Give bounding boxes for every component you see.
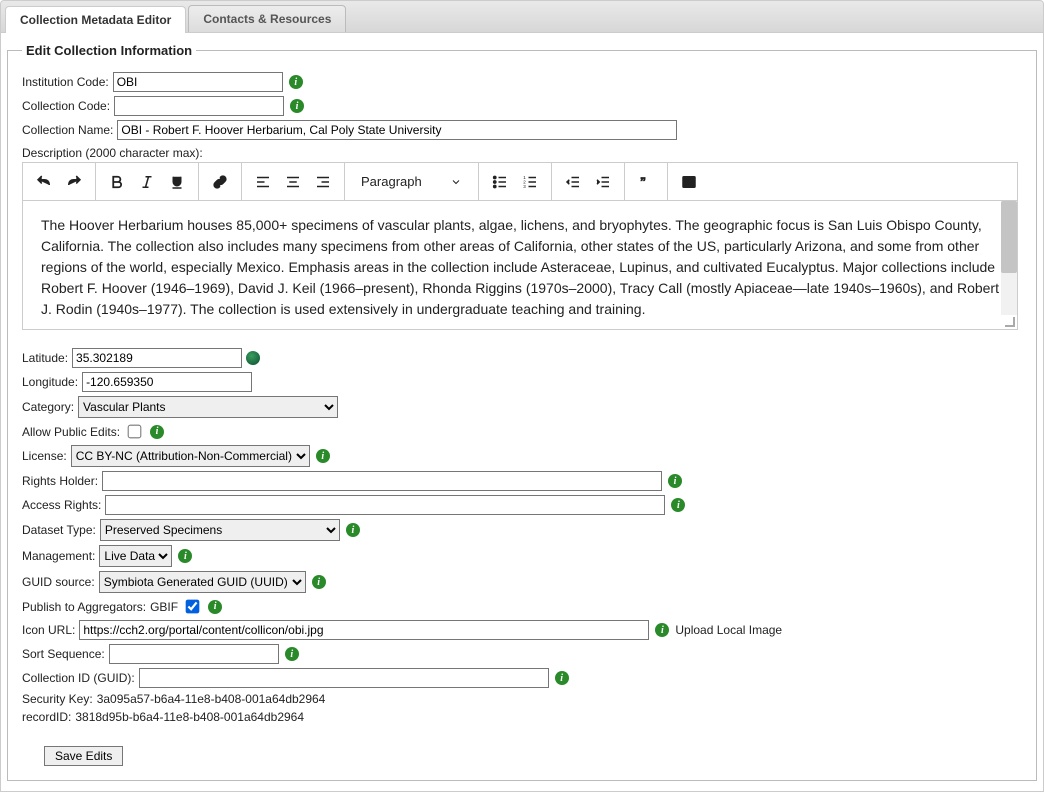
- align-left-icon[interactable]: [248, 167, 278, 197]
- allow-public-edits-label: Allow Public Edits:: [22, 425, 120, 439]
- fieldset-legend: Edit Collection Information: [22, 43, 196, 58]
- collection-guid-label: Collection ID (GUID):: [22, 671, 135, 685]
- gbif-label: GBIF: [150, 600, 178, 614]
- collection-guid-input[interactable]: [139, 668, 549, 688]
- paragraph-dropdown-label: Paragraph: [361, 174, 422, 189]
- access-rights-label: Access Rights:: [22, 498, 101, 512]
- redo-icon[interactable]: [59, 167, 89, 197]
- tab-strip: Collection Metadata Editor Contacts & Re…: [0, 0, 1044, 33]
- dataset-type-select[interactable]: Preserved Specimens: [100, 519, 340, 541]
- link-icon[interactable]: [205, 167, 235, 197]
- svg-text:3: 3: [523, 184, 526, 189]
- info-icon[interactable]: i: [290, 99, 304, 113]
- collection-code-label: Collection Code:: [22, 99, 110, 113]
- collection-name-input[interactable]: [117, 120, 677, 140]
- security-key-value: 3a095a57-b6a4-11e8-b408-001a64db2964: [97, 692, 326, 706]
- chevron-down-icon: [450, 176, 462, 188]
- panel: Edit Collection Information Institution …: [0, 33, 1044, 792]
- bullet-list-icon[interactable]: [485, 167, 515, 197]
- sort-sequence-label: Sort Sequence:: [22, 647, 105, 661]
- indent-icon[interactable]: [588, 167, 618, 197]
- info-icon[interactable]: i: [285, 647, 299, 661]
- info-icon[interactable]: i: [312, 575, 326, 589]
- guid-source-select[interactable]: Symbiota Generated GUID (UUID): [99, 571, 306, 593]
- collection-name-label: Collection Name:: [22, 123, 113, 137]
- guid-source-label: GUID source:: [22, 575, 95, 589]
- numbered-list-icon[interactable]: 123: [515, 167, 545, 197]
- latitude-label: Latitude:: [22, 351, 68, 365]
- rich-text-editor: Paragraph 123 ”: [22, 162, 1018, 330]
- outdent-icon[interactable]: [558, 167, 588, 197]
- info-icon[interactable]: i: [555, 671, 569, 685]
- info-icon[interactable]: i: [346, 523, 360, 537]
- resize-handle-icon[interactable]: [1001, 315, 1017, 329]
- icon-url-input[interactable]: [79, 620, 649, 640]
- institution-code-input[interactable]: [113, 72, 283, 92]
- rte-toolbar: Paragraph 123 ”: [23, 163, 1017, 201]
- collection-code-input[interactable]: [114, 96, 284, 116]
- security-key-label: Security Key:: [22, 692, 93, 706]
- align-center-icon[interactable]: [278, 167, 308, 197]
- record-id-label: recordID:: [22, 710, 71, 724]
- info-icon[interactable]: i: [668, 474, 682, 488]
- category-select[interactable]: Vascular Plants: [78, 396, 338, 418]
- description-label: Description (2000 character max):: [22, 146, 1026, 160]
- publish-gbif-checkbox[interactable]: [186, 600, 200, 614]
- management-select[interactable]: Live Data: [99, 545, 172, 567]
- info-icon[interactable]: i: [671, 498, 685, 512]
- institution-code-label: Institution Code:: [22, 75, 109, 89]
- dataset-type-label: Dataset Type:: [22, 523, 96, 537]
- image-icon[interactable]: [674, 167, 704, 197]
- rights-holder-input[interactable]: [102, 471, 662, 491]
- tab-contacts-resources[interactable]: Contacts & Resources: [188, 5, 346, 32]
- record-id-value: 3818d95b-b6a4-11e8-b408-001a64db2964: [75, 710, 304, 724]
- latitude-input[interactable]: [72, 348, 242, 368]
- info-icon[interactable]: i: [208, 600, 222, 614]
- undo-icon[interactable]: [29, 167, 59, 197]
- tab-collection-metadata-editor[interactable]: Collection Metadata Editor: [5, 6, 186, 33]
- license-select[interactable]: CC BY-NC (Attribution-Non-Commercial): [71, 445, 310, 467]
- publish-aggregators-label: Publish to Aggregators:: [22, 600, 146, 614]
- bold-icon[interactable]: [102, 167, 132, 197]
- allow-public-edits-checkbox[interactable]: [128, 425, 142, 439]
- globe-icon[interactable]: [246, 351, 260, 365]
- license-label: License:: [22, 449, 67, 463]
- info-icon[interactable]: i: [150, 425, 164, 439]
- rights-holder-label: Rights Holder:: [22, 474, 98, 488]
- underline-icon[interactable]: [162, 167, 192, 197]
- longitude-label: Longitude:: [22, 375, 78, 389]
- management-label: Management:: [22, 549, 95, 563]
- category-label: Category:: [22, 400, 74, 414]
- access-rights-input[interactable]: [105, 495, 665, 515]
- paragraph-dropdown[interactable]: Paragraph: [351, 167, 472, 197]
- icon-url-label: Icon URL:: [22, 623, 75, 637]
- info-icon[interactable]: i: [655, 623, 669, 637]
- edit-collection-fieldset: Edit Collection Information Institution …: [7, 43, 1037, 781]
- italic-icon[interactable]: [132, 167, 162, 197]
- info-icon[interactable]: i: [289, 75, 303, 89]
- align-right-icon[interactable]: [308, 167, 338, 197]
- sort-sequence-input[interactable]: [109, 644, 279, 664]
- info-icon[interactable]: i: [178, 549, 192, 563]
- svg-text:”: ”: [640, 174, 646, 188]
- longitude-input[interactable]: [82, 372, 252, 392]
- scrollbar-track[interactable]: [1001, 201, 1017, 315]
- upload-local-image-link[interactable]: Upload Local Image: [675, 623, 782, 637]
- blockquote-icon[interactable]: ”: [631, 167, 661, 197]
- save-edits-button[interactable]: Save Edits: [44, 746, 123, 766]
- scrollbar-thumb[interactable]: [1001, 201, 1017, 273]
- description-textarea[interactable]: The Hoover Herbarium houses 85,000+ spec…: [23, 201, 1017, 329]
- info-icon[interactable]: i: [316, 449, 330, 463]
